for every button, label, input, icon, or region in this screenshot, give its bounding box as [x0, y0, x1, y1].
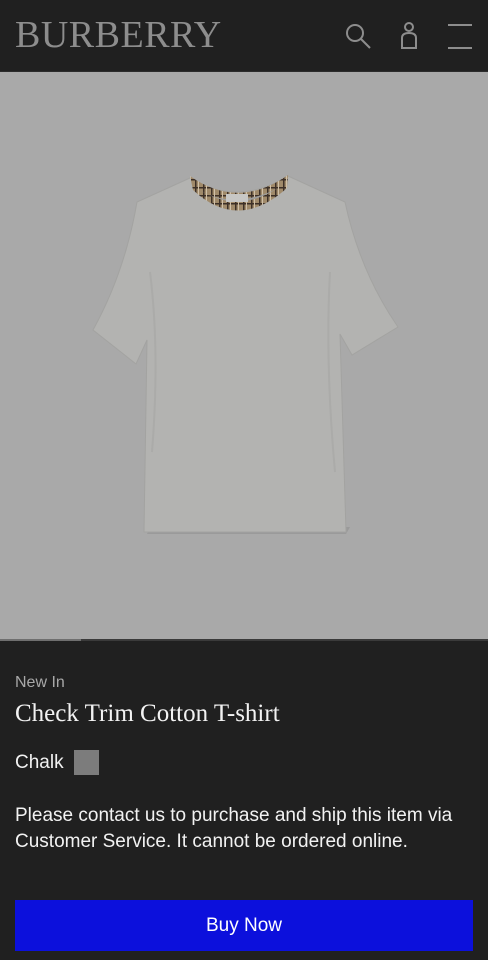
menu-icon [448, 24, 472, 49]
color-swatch[interactable] [73, 750, 99, 775]
gallery-progress-bar [0, 639, 488, 641]
product-image-gallery[interactable] [0, 72, 488, 639]
account-button[interactable] [394, 20, 424, 52]
product-page: BURBERRY New In Check Trim Cotton T-shir… [0, 0, 488, 960]
menu-button[interactable] [444, 20, 476, 52]
purchase-notice: Please contact us to purchase and ship t… [15, 805, 453, 852]
site-header: BURBERRY [0, 0, 488, 72]
product-title: Check Trim Cotton T-shirt [15, 700, 280, 727]
brand-logo[interactable]: BURBERRY [15, 14, 222, 56]
search-button[interactable] [343, 20, 373, 52]
account-icon [401, 22, 417, 49]
search-icon [346, 24, 371, 49]
tshirt-image [92, 175, 399, 534]
new-in-badge: New In [15, 674, 65, 691]
gallery-progress-fill [0, 639, 81, 641]
buy-now-button[interactable]: Buy Now [15, 900, 473, 951]
color-selector: Chalk [15, 750, 99, 775]
color-label: Chalk [15, 751, 64, 773]
